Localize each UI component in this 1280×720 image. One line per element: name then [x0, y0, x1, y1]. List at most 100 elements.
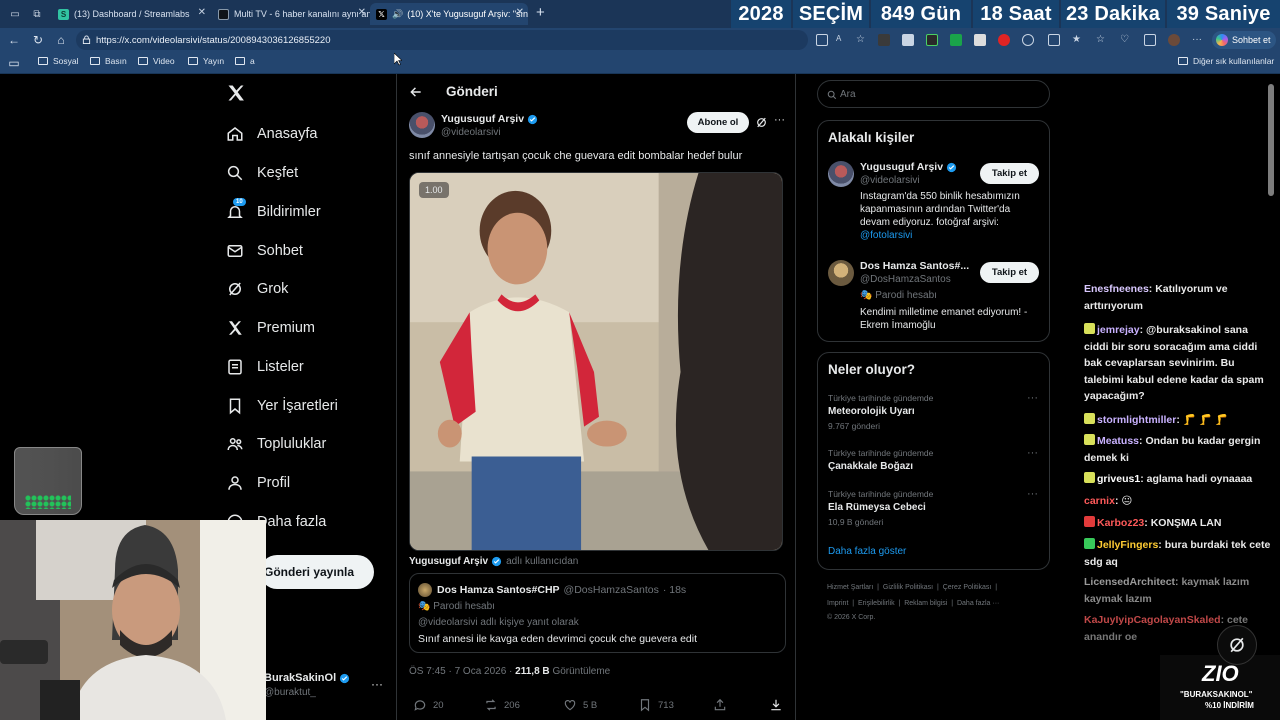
speaker-icon[interactable]: 🔊 [392, 9, 403, 20]
split-screen-icon[interactable] [1048, 34, 1060, 46]
related-handle[interactable]: @DosHamzaSantos [860, 274, 951, 285]
author-name[interactable]: Yugusuguf Arşiv [441, 113, 538, 125]
bookmark-video[interactable]: Video [138, 56, 175, 66]
footer-link[interactable]: Erişilebilirlik [858, 600, 895, 607]
trend-title[interactable]: Meteorolojik Uyarı [828, 406, 915, 417]
close-icon[interactable]: ✕ [198, 7, 206, 18]
bio-link[interactable]: @fotolarsivi [860, 230, 912, 241]
footer-link[interactable]: Reklam bilgisi [904, 600, 947, 607]
tab-actions-icon[interactable]: ⧉ [26, 4, 48, 24]
video-player[interactable]: 1.00 [409, 172, 783, 551]
home-icon[interactable]: ⌂ [53, 32, 69, 48]
post-button[interactable]: Gönderi yayınla [260, 555, 374, 589]
star-icon[interactable]: ☆ [856, 34, 868, 46]
bookmark-sosyal[interactable]: Sosyal [38, 56, 79, 66]
reply-button[interactable]: 20 [413, 698, 444, 712]
grok-icon[interactable] [755, 116, 768, 129]
search-input[interactable]: Ara [817, 80, 1050, 108]
author-avatar[interactable] [409, 112, 435, 138]
quoted-post[interactable]: Dos Hamza Santos#CHP @DosHamzaSantos · 1… [409, 573, 786, 653]
account-name[interactable]: BurakSakinOl [264, 672, 350, 684]
bookmark-yayin[interactable]: Yayın [188, 56, 224, 66]
trend-more-icon[interactable]: ··· [1027, 447, 1038, 459]
related-name[interactable]: Yugusuguf Arşiv [860, 161, 957, 173]
tab-streamlabs[interactable]: S (13) Dashboard / Streamlabs ✕ [52, 3, 210, 25]
tab-multitv[interactable]: Multi TV - 6 haber kanalını aynı an ✕ [212, 3, 370, 25]
refresh-icon[interactable]: ↻ [30, 32, 46, 48]
nav-notifications[interactable]: 10 Bildirimler [226, 198, 321, 224]
back-arrow-icon[interactable] [409, 85, 423, 99]
extension-icon[interactable] [998, 34, 1010, 46]
footer-link[interactable]: Gizlilik Politikası [883, 584, 933, 591]
extension-icon[interactable] [926, 34, 938, 46]
download-button[interactable] [769, 698, 789, 712]
page-scrollbar[interactable] [1268, 84, 1274, 196]
follow-button[interactable]: Takip et [980, 163, 1039, 184]
read-aloud-icon[interactable]: A [836, 34, 848, 46]
close-icon[interactable]: ✕ [358, 7, 366, 18]
copilot-button[interactable]: Sohbet et [1212, 31, 1276, 49]
tab-title: (10) X'te Yugusuguf Arşiv: "sın [407, 9, 528, 19]
author-handle[interactable]: @videolarsivi [441, 127, 501, 138]
nav-communities[interactable]: Topluluklar [226, 432, 326, 456]
nav-chat[interactable]: Sohbet [226, 239, 303, 263]
account-more-icon[interactable]: ··· [371, 677, 383, 691]
extension-icon[interactable] [878, 34, 890, 46]
playback-speed-badge[interactable]: 1.00 [419, 182, 449, 198]
nav-lists[interactable]: Listeler [226, 355, 304, 379]
attribution-name[interactable]: Yugusuguf Arşiv [409, 556, 488, 567]
new-tab-button[interactable]: + [536, 4, 545, 21]
share-button[interactable] [713, 698, 733, 712]
trend-more-icon[interactable]: ··· [1027, 392, 1038, 404]
grok-floating-button[interactable] [1217, 625, 1257, 665]
footer-link[interactable]: Hizmet Şartları [827, 584, 873, 591]
nav-explore[interactable]: Keşfet [226, 161, 298, 185]
footer-link[interactable]: Daha fazla ··· [957, 600, 999, 607]
tab-x-post[interactable]: 𝕏 🔊 (10) X'te Yugusuguf Arşiv: "sın ✕ [370, 3, 528, 25]
related-name[interactable]: Dos Hamza Santos#... [860, 260, 969, 272]
extension-icon[interactable] [950, 34, 962, 46]
apps-icon[interactable] [816, 34, 828, 46]
show-more-link[interactable]: Daha fazla göster [828, 546, 906, 557]
profile-avatar[interactable] [1168, 34, 1180, 46]
other-bookmarks[interactable]: Diğer sık kullanılanlar [1178, 56, 1274, 66]
bookmark-button[interactable]: 713 [638, 698, 674, 712]
more-icon[interactable]: ··· [774, 114, 785, 126]
nav-profile[interactable]: Profil [226, 471, 290, 495]
more-icon[interactable]: ··· [1192, 34, 1204, 46]
extension-icon[interactable] [974, 34, 986, 46]
footer-link[interactable]: Çerez Politikası [943, 584, 992, 591]
url-field[interactable]: https://x.com/videolarsivi/status/200894… [76, 30, 808, 50]
trend-title[interactable]: Çanakkale Boğazı [828, 461, 913, 472]
nav-bookmarks[interactable]: Yer İşaretleri [226, 394, 338, 418]
footer-row: Hizmet Şartları | Gizlilik Politikası | … [827, 584, 998, 591]
trend-more-icon[interactable]: ··· [1027, 488, 1038, 500]
close-icon[interactable]: ✕ [516, 7, 524, 18]
download-icon[interactable] [1144, 34, 1156, 46]
nav-grok[interactable]: Grok [226, 277, 288, 301]
related-avatar[interactable] [828, 260, 854, 286]
bookmark-basin[interactable]: Basın [90, 56, 127, 66]
like-button[interactable]: 5 B [563, 698, 597, 712]
favorites-icon[interactable]: ★ [1072, 34, 1084, 46]
subscribe-button[interactable]: Abone ol [687, 112, 749, 133]
trend-title[interactable]: Ela Rümeysa Cebeci [828, 502, 926, 513]
repost-button[interactable]: 206 [484, 698, 520, 712]
x-logo-icon[interactable] [226, 83, 246, 103]
extensions-puzzle-icon[interactable] [1022, 34, 1034, 46]
related-handle[interactable]: @videolarsivi [860, 175, 920, 186]
heart-icon[interactable]: ♡ [1120, 34, 1132, 46]
collections-icon[interactable]: ☆ [1096, 34, 1108, 46]
extension-icon[interactable] [902, 34, 914, 46]
post-timestamp[interactable]: ÖS 7:45 · 7 Oca 2026 · [409, 666, 512, 677]
video-attribution: Yugusuguf Arşiv adlı kullanıcıdan [409, 556, 578, 567]
menu-icon[interactable]: ▭ [6, 55, 22, 71]
nav-premium[interactable]: Premium [226, 316, 315, 340]
back-icon[interactable]: ← [6, 32, 22, 48]
related-avatar[interactable] [828, 161, 854, 187]
workspaces-icon[interactable]: ▭ [4, 4, 26, 24]
footer-link[interactable]: Imprint [827, 600, 848, 607]
bookmark-a[interactable]: a [235, 56, 255, 66]
nav-home[interactable]: Anasayfa [226, 122, 317, 146]
follow-button[interactable]: Takip et [980, 262, 1039, 283]
